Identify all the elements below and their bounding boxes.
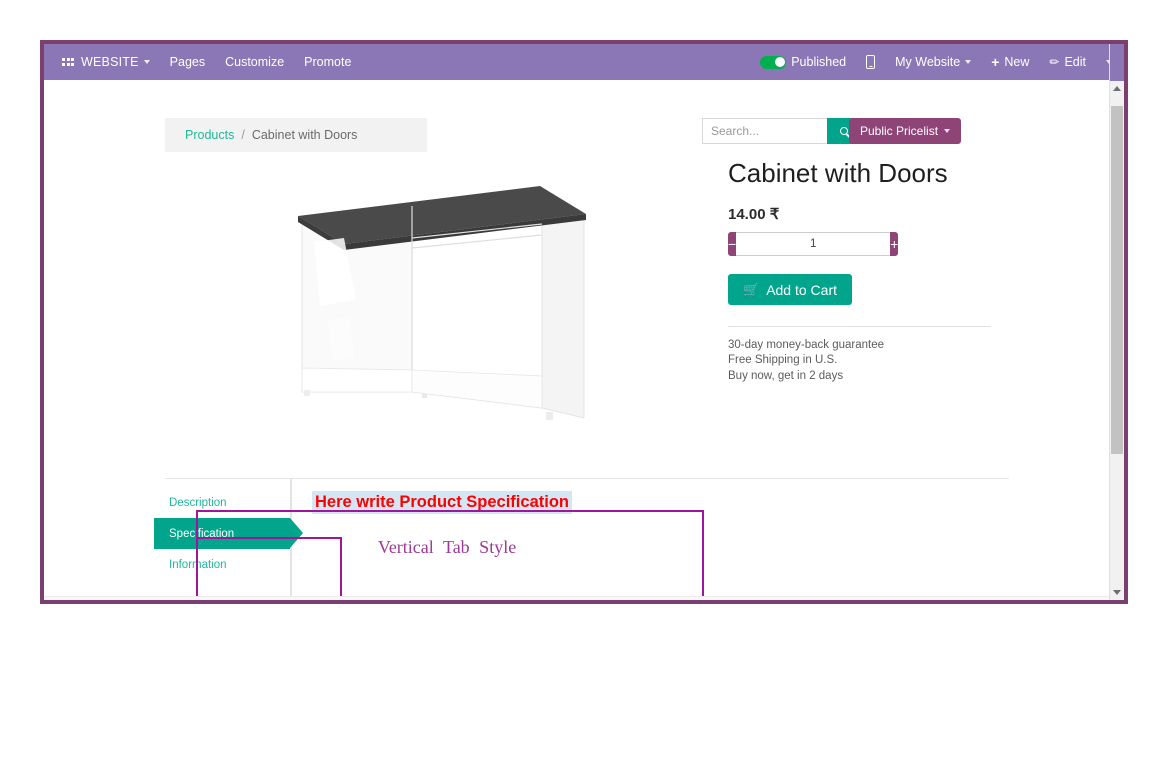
chevron-down-icon xyxy=(944,129,951,133)
menu-item-promote-label: Promote xyxy=(304,55,352,69)
new-button[interactable]: + New xyxy=(981,44,1039,80)
tab-description[interactable]: Description xyxy=(154,487,290,518)
topbar-right-group: Published My Website + New ✏ Edit xyxy=(750,44,1124,80)
mobile-preview-button[interactable] xyxy=(856,44,885,80)
add-to-cart-button[interactable]: 🛒 Add to Cart xyxy=(728,274,853,306)
search-group xyxy=(702,118,861,144)
specification-subtitle: Vertical Tab Style xyxy=(377,536,517,557)
toggle-switch-icon xyxy=(760,55,787,69)
menu-item-pages-label: Pages xyxy=(169,55,206,69)
apps-menu-label: WEBSITE xyxy=(81,55,139,69)
breadcrumb-current: Cabinet with Doors xyxy=(251,128,358,142)
menu-item-customize[interactable]: Customize xyxy=(215,44,294,80)
published-label: Published xyxy=(791,55,847,69)
page-title: Cabinet with Doors xyxy=(728,158,948,188)
chevron-down-icon xyxy=(143,60,150,64)
quantity-input[interactable] xyxy=(736,232,891,257)
published-toggle[interactable]: Published xyxy=(750,44,856,80)
vertical-scrollbar[interactable] xyxy=(1109,44,1124,600)
search-input[interactable] xyxy=(702,118,827,144)
shopping-cart-icon: 🛒 xyxy=(743,282,760,298)
chevron-down-icon xyxy=(965,60,972,64)
tab-description-label: Description xyxy=(169,496,227,509)
product-price: 14.00 ₹ xyxy=(728,206,780,224)
new-button-label: New xyxy=(1004,55,1030,69)
scroll-up-button[interactable] xyxy=(1110,81,1124,96)
pricelist-dropdown[interactable]: Public Pricelist xyxy=(849,118,962,144)
website-editor-topbar: WEBSITE Pages Customize Promote Publishe… xyxy=(44,44,1124,80)
add-to-cart-label: Add to Cart xyxy=(766,281,838,298)
website-selector[interactable]: My Website xyxy=(885,44,981,80)
apps-menu-button[interactable]: WEBSITE xyxy=(52,44,160,80)
breadcrumb-separator: / xyxy=(241,128,245,142)
mobile-phone-icon xyxy=(866,55,876,69)
site-footer: Our Products & Services Home Connect wit… xyxy=(44,596,1109,600)
guarantee-line-shipping: Free Shipping in U.S. xyxy=(728,354,838,367)
scrollbar-topbar-cap xyxy=(1110,44,1124,81)
edit-button-label: Edit xyxy=(1064,55,1086,69)
search-icon xyxy=(840,127,848,135)
tab-information[interactable]: Information xyxy=(154,549,290,580)
vertical-tab-list: Description Specification Information xyxy=(154,479,303,598)
menu-item-promote[interactable]: Promote xyxy=(294,44,361,80)
quantity-increase-button[interactable]: + xyxy=(890,232,899,257)
menu-item-pages[interactable]: Pages xyxy=(160,44,215,80)
vertical-tabs-widget: Description Specification Information He… xyxy=(154,479,624,598)
scroll-down-button[interactable] xyxy=(1110,585,1124,600)
specification-heading: Here write Product Specification xyxy=(312,491,572,514)
guarantee-line-delivery: Buy now, get in 2 days xyxy=(728,369,844,382)
menu-item-customize-label: Customize xyxy=(225,55,285,69)
scrollbar-thumb[interactable] xyxy=(1111,106,1123,454)
pricelist-label: Public Pricelist xyxy=(860,124,939,138)
product-info-panel: Cabinet with Doors 14.00 ₹ − + 🛒 Add to … xyxy=(728,158,1008,384)
vertical-tab-panel: Here write Product Specification Vertica… xyxy=(292,479,624,598)
breadcrumb-link-products[interactable]: Products xyxy=(185,128,234,142)
product-image[interactable] xyxy=(284,180,604,440)
plus-icon: + xyxy=(991,54,1000,70)
apps-grid-icon xyxy=(62,58,74,66)
edit-button[interactable]: ✏ Edit xyxy=(1039,44,1096,80)
website-page-content: Products / Cabinet with Doors Public Pri… xyxy=(44,80,1109,600)
website-selector-label: My Website xyxy=(895,55,961,69)
cabinet-with-doors-illustration xyxy=(298,186,586,428)
pencil-icon: ✏ xyxy=(1049,55,1060,69)
quantity-decrease-button[interactable]: − xyxy=(728,232,737,257)
tab-specification[interactable]: Specification xyxy=(154,518,303,549)
guarantee-line-money-back: 30-day money-back guarantee xyxy=(728,339,884,352)
tab-information-label: Information xyxy=(169,558,227,571)
browser-window: WEBSITE Pages Customize Promote Publishe… xyxy=(40,40,1128,604)
chevron-down-icon xyxy=(1113,590,1121,595)
tab-specification-label: Specification xyxy=(169,527,235,540)
breadcrumb: Products / Cabinet with Doors xyxy=(165,118,427,152)
chevron-up-icon xyxy=(1113,86,1121,91)
divider xyxy=(728,326,991,328)
quantity-stepper: − + xyxy=(728,232,899,257)
